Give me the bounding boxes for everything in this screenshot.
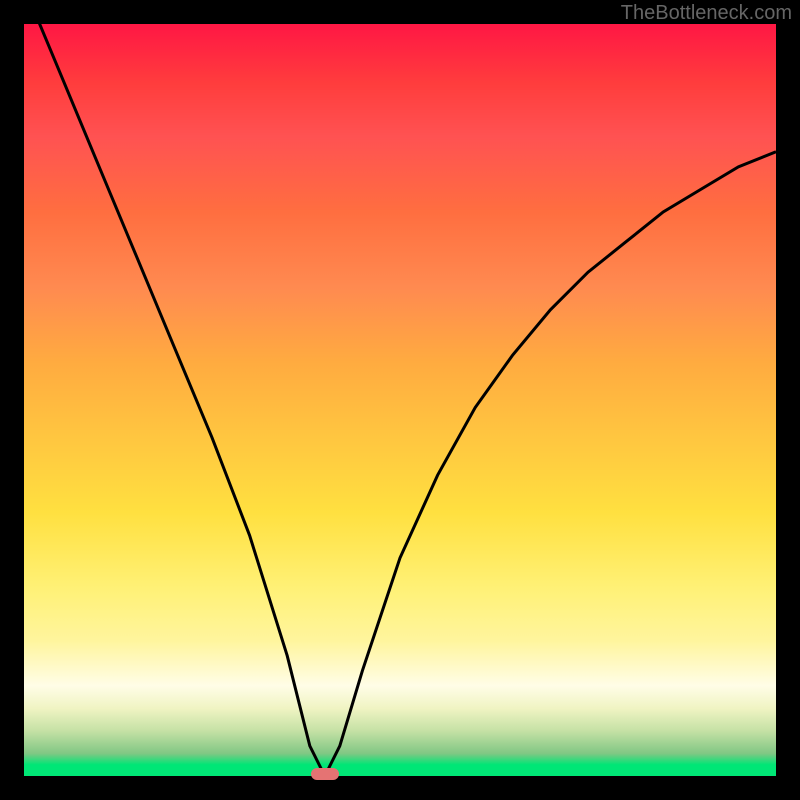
optimal-marker — [311, 768, 339, 780]
bottleneck-curve — [24, 24, 776, 776]
chart-frame: TheBottleneck.com — [0, 0, 800, 800]
watermark-text: TheBottleneck.com — [621, 2, 792, 25]
plot-area — [24, 24, 776, 776]
